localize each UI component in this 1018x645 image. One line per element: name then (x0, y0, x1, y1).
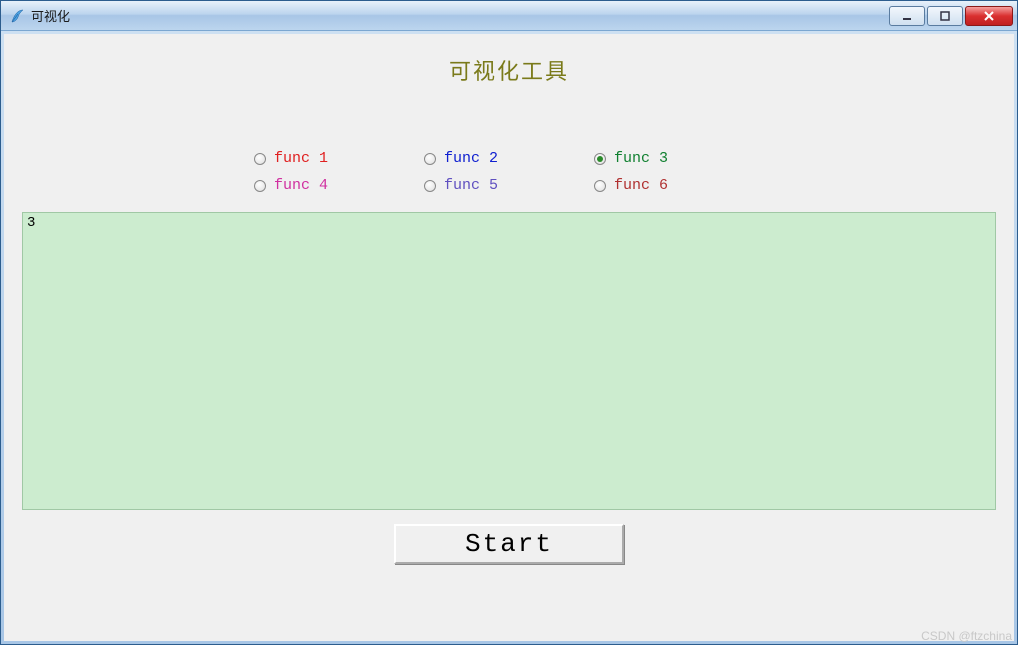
radio-func-6[interactable]: func 6 (594, 177, 764, 194)
radio-func-5[interactable]: func 5 (424, 177, 594, 194)
titlebar[interactable]: 可视化 (1, 1, 1017, 31)
close-button[interactable] (965, 6, 1013, 26)
feather-icon (9, 8, 25, 24)
page-title: 可视化工具 (4, 34, 1014, 96)
radio-group: func 1 func 2 func 3 func 4 func 5 (254, 150, 764, 194)
radio-label: func 1 (274, 150, 328, 167)
window-controls (889, 6, 1013, 26)
close-icon (982, 10, 996, 22)
radio-icon (254, 180, 266, 192)
minimize-button[interactable] (889, 6, 925, 26)
client-scroll[interactable]: 可视化工具 func 1 func 2 func 3 func 4 (4, 34, 1014, 641)
radio-icon (424, 180, 436, 192)
app-window: 可视化 可视化工具 func 1 (0, 0, 1018, 645)
minimize-icon (901, 10, 913, 22)
radio-label: func 5 (444, 177, 498, 194)
client-area: 可视化工具 func 1 func 2 func 3 func 4 (1, 31, 1017, 644)
radio-icon (594, 180, 606, 192)
radio-icon (254, 153, 266, 165)
radio-func-4[interactable]: func 4 (254, 177, 424, 194)
radio-func-1[interactable]: func 1 (254, 150, 424, 167)
maximize-button[interactable] (927, 6, 963, 26)
start-button[interactable]: Start (394, 524, 624, 564)
radio-icon (594, 153, 606, 165)
output-textarea[interactable]: 3 (22, 212, 996, 510)
maximize-icon (939, 10, 951, 22)
button-row: Start (4, 518, 1014, 568)
radio-func-3[interactable]: func 3 (594, 150, 764, 167)
start-button-label: Start (465, 529, 553, 559)
window-title: 可视化 (31, 6, 889, 25)
radio-icon (424, 153, 436, 165)
radio-func-2[interactable]: func 2 (424, 150, 594, 167)
radio-label: func 3 (614, 150, 668, 167)
radio-label: func 6 (614, 177, 668, 194)
radio-label: func 2 (444, 150, 498, 167)
radio-label: func 4 (274, 177, 328, 194)
output-text: 3 (27, 215, 35, 231)
